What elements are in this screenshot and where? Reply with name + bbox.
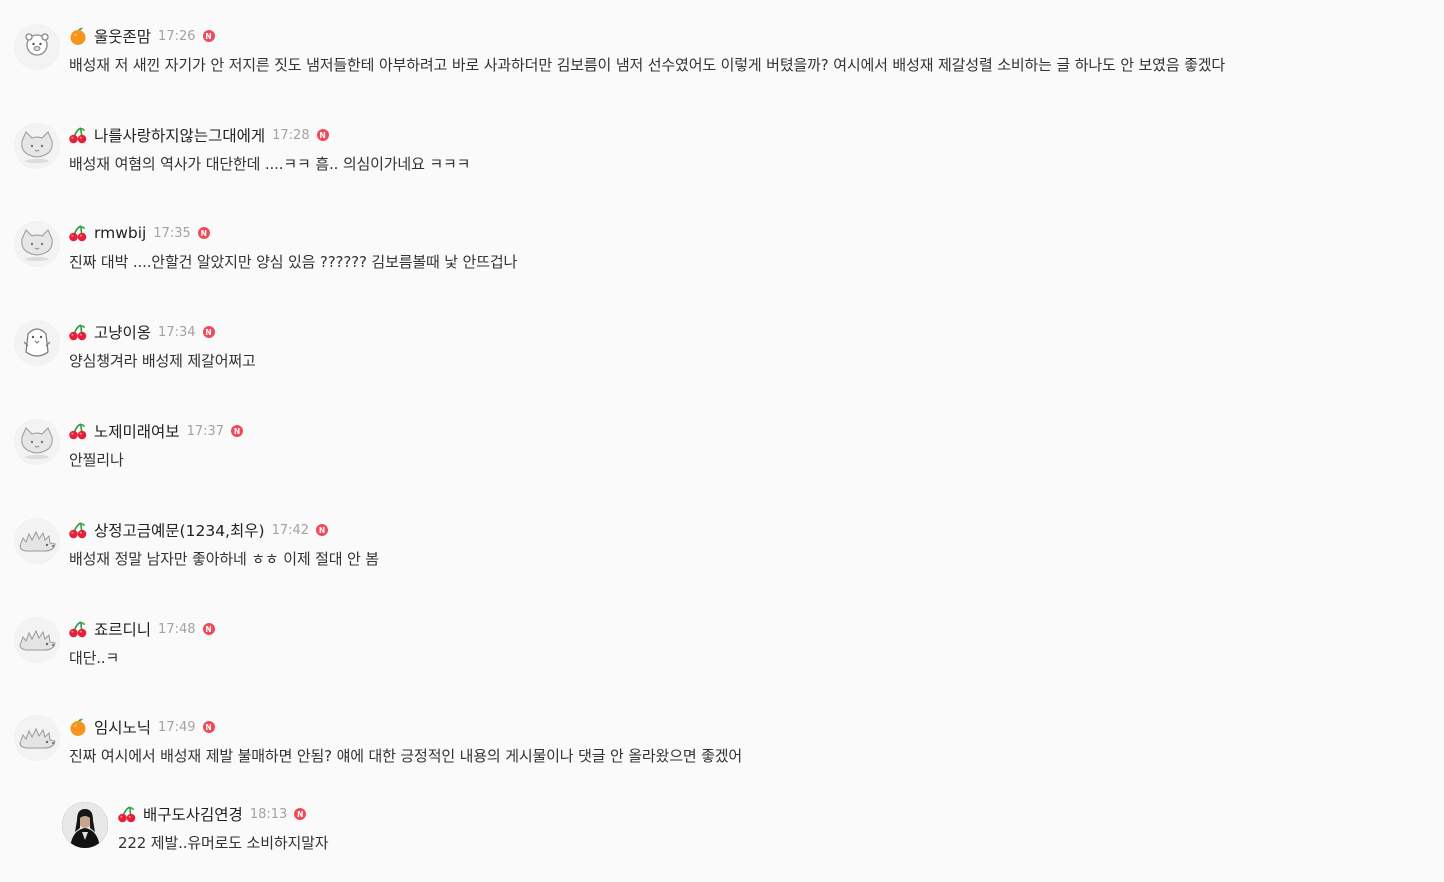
timestamp: 17:35 bbox=[153, 225, 191, 241]
orange-level-icon bbox=[68, 26, 94, 46]
comment-item: 나를사랑하지않는그대에게 17:28 N 배성재 여혐의 역사가 대단한데 ....ㅋ… bbox=[0, 123, 1444, 203]
new-badge-icon: N bbox=[202, 30, 215, 42]
comment-meta: 배구도사김연경 18:13 N bbox=[117, 802, 307, 826]
timestamp: 17:48 bbox=[158, 621, 196, 637]
new-badge-icon: N bbox=[231, 425, 244, 437]
comment-item: 울웃존맘 17:26 N 배성재 저 새낀 자기가 안 저지른 짓도 냄저들한테 아부… bbox=[0, 24, 1444, 104]
comment-meta: rmwbij 17:35 N bbox=[68, 221, 210, 245]
nickname[interactable]: 상정고금예문(1234,최우) bbox=[94, 519, 265, 541]
cherry-level-icon bbox=[68, 322, 94, 342]
nickname[interactable]: 울웃존맘 bbox=[94, 25, 151, 47]
new-badge-icon: N bbox=[202, 623, 215, 635]
timestamp: 17:28 bbox=[272, 127, 310, 143]
comment-text: 안찔리나 bbox=[69, 451, 124, 469]
comment-meta: 울웃존맘 17:26 N bbox=[68, 24, 215, 48]
nickname[interactable]: 임시노닉 bbox=[94, 716, 151, 738]
new-badge-icon: N bbox=[294, 808, 307, 820]
comment-meta: 고냥이옹 17:34 N bbox=[68, 320, 215, 344]
nickname[interactable]: 죠르디니 bbox=[94, 618, 151, 640]
new-badge-icon: N bbox=[197, 227, 210, 239]
orange-level-icon bbox=[68, 717, 94, 737]
comment-text: 222 제발..유머로도 소비하지말자 bbox=[118, 834, 329, 852]
cherry-level-icon bbox=[117, 804, 143, 824]
timestamp: 17:37 bbox=[186, 423, 225, 439]
comment-text: 진짜 여시에서 배성재 제발 불매하면 안됨? 얘에 대한 긍정적인 내용의 게… bbox=[69, 747, 743, 765]
timestamp: 17:34 bbox=[158, 324, 196, 340]
cat-avatar[interactable] bbox=[14, 419, 60, 465]
comment-text: 진짜 대박 ....안할건 알았지만 양심 있음 ?????? 김보름볼때 낯 … bbox=[69, 253, 518, 271]
photo-avatar[interactable] bbox=[62, 802, 108, 848]
comment-text: 대단..ㅋ bbox=[69, 649, 120, 667]
cat-avatar[interactable] bbox=[14, 123, 60, 169]
comment-item: 고냥이옹 17:34 N 양심챙겨라 배성제 제갈어쩌고 bbox=[0, 320, 1444, 400]
nickname[interactable]: 나를사랑하지않는그대에게 bbox=[94, 124, 265, 146]
comment-item: 상정고금예문(1234,최우) 17:42 N 배성재 정말 남자만 좋아하네 ㅎㅎ … bbox=[0, 518, 1444, 598]
reply-item: 배구도사김연경 18:13 N 222 제발..유머로도 소비하지말자 bbox=[0, 802, 1444, 882]
comment-meta: 나를사랑하지않는그대에게 17:28 N bbox=[68, 123, 329, 147]
comment-item: 죠르디니 17:48 N 대단..ㅋ bbox=[0, 617, 1444, 697]
penguin-avatar[interactable] bbox=[14, 320, 60, 366]
comment-text: 배성재 여혐의 역사가 대단한데 ....ㅋㅋ 흠.. 의심이가네요 ㅋㅋㅋ bbox=[69, 155, 471, 173]
timestamp: 17:26 bbox=[158, 28, 196, 44]
nickname[interactable]: 배구도사김연경 bbox=[143, 803, 243, 825]
comment-list: 울웃존맘 17:26 N 배성재 저 새낀 자기가 안 저지른 짓도 냄저들한테 아부… bbox=[0, 0, 1444, 870]
comment-meta: 죠르디니 17:48 N bbox=[68, 617, 215, 641]
nickname[interactable]: 노제미래여보 bbox=[94, 420, 180, 442]
comment-meta: 상정고금예문(1234,최우) 17:42 N bbox=[68, 518, 329, 542]
comment-meta: 노제미래여보 17:37 N bbox=[68, 419, 244, 443]
comment-item: 노제미래여보 17:37 N 안찔리나 bbox=[0, 419, 1444, 499]
hedgehog-avatar[interactable] bbox=[14, 617, 60, 663]
cat-avatar[interactable] bbox=[14, 221, 60, 267]
nickname[interactable]: rmwbij bbox=[94, 224, 146, 242]
new-badge-icon: N bbox=[316, 524, 329, 536]
timestamp: 17:42 bbox=[271, 522, 310, 538]
cherry-level-icon bbox=[68, 223, 94, 243]
cherry-level-icon bbox=[68, 520, 94, 540]
hedgehog-avatar[interactable] bbox=[14, 715, 60, 761]
cherry-level-icon bbox=[68, 421, 94, 441]
comment-item: 임시노닉 17:49 N 진짜 여시에서 배성재 제발 불매하면 안됨? 얘에 대한 … bbox=[0, 715, 1444, 795]
bear-avatar[interactable] bbox=[14, 24, 60, 70]
new-badge-icon: N bbox=[202, 326, 215, 338]
timestamp: 17:49 bbox=[158, 719, 196, 735]
comment-text: 양심챙겨라 배성제 제갈어쩌고 bbox=[69, 352, 256, 370]
hedgehog-avatar[interactable] bbox=[14, 518, 60, 564]
comment-meta: 임시노닉 17:49 N bbox=[68, 715, 215, 739]
new-badge-icon: N bbox=[316, 129, 329, 141]
comment-text: 배성재 정말 남자만 좋아하네 ㅎㅎ 이제 절대 안 봄 bbox=[69, 550, 379, 568]
timestamp: 18:13 bbox=[249, 806, 288, 822]
nickname[interactable]: 고냥이옹 bbox=[94, 321, 151, 343]
new-badge-icon: N bbox=[202, 721, 215, 733]
comment-item: rmwbij 17:35 N 진짜 대박 ....안할건 알았지만 양심 있음 ???… bbox=[0, 221, 1444, 301]
comment-text: 배성재 저 새낀 자기가 안 저지른 짓도 냄저들한테 아부하려고 바로 사과하… bbox=[69, 56, 1226, 74]
cherry-level-icon bbox=[68, 619, 94, 639]
cherry-level-icon bbox=[68, 125, 94, 145]
